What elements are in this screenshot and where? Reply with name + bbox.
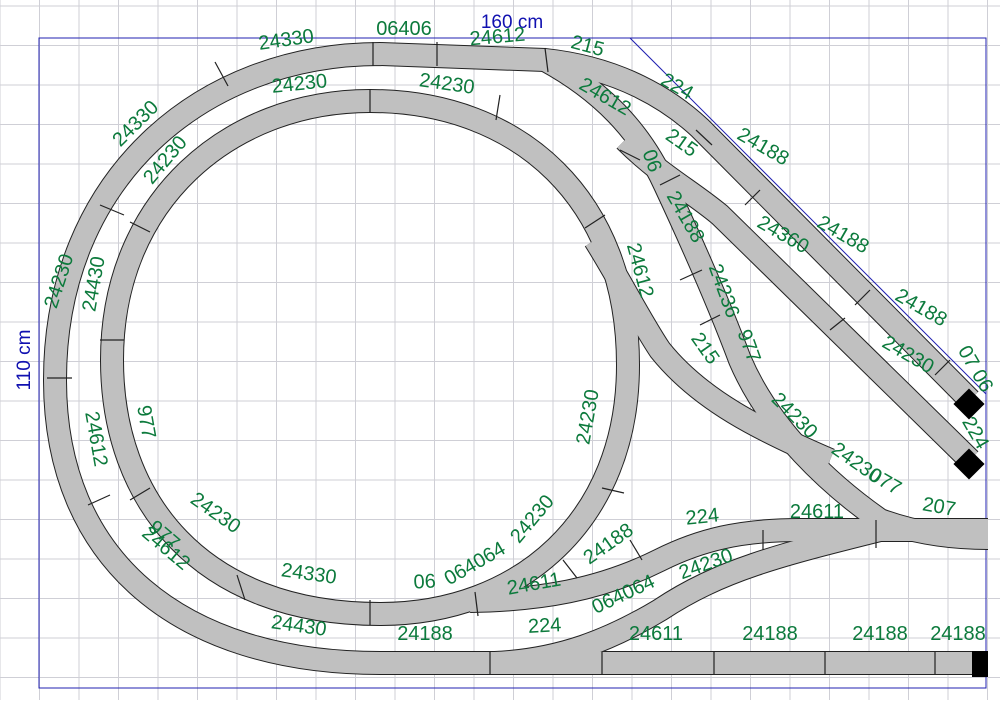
part-number-label: 24612 [469,24,526,51]
part-number-label: 224 [527,614,561,638]
part-number-label: 977 [132,404,159,441]
buffer-stop [972,651,988,677]
part-number-label: 24230 [572,388,603,447]
part-number-label: 24188 [397,623,453,645]
track-plan-svg: 160 cm 110 cm 0640624330 24612 21522424330… [0,0,1000,700]
part-number-label: 24611 [790,501,844,523]
part-number-label: 224 [685,504,720,529]
part-number-label: 24230 [186,488,244,538]
part-number-label: 24188 [742,623,798,645]
track-joint [87,494,111,506]
part-number-label: 24188 [852,623,908,645]
part-number-label: 06406 [376,18,432,40]
track-joint [495,94,501,121]
height-dimension-label: 110 cm [14,330,35,391]
track-layer [42,41,989,675]
track-joint [562,559,578,579]
part-number-label: 24188 [930,623,986,645]
part-number-label: 24330 [280,559,338,589]
part-number-label: 207 [921,493,958,520]
part-number-label: 24611 [629,623,683,645]
track-plan-canvas: 160 cm 110 cm 06406 24330 24612 215 224 24330… [0,0,1000,700]
part-number-label: 06 [413,570,436,593]
